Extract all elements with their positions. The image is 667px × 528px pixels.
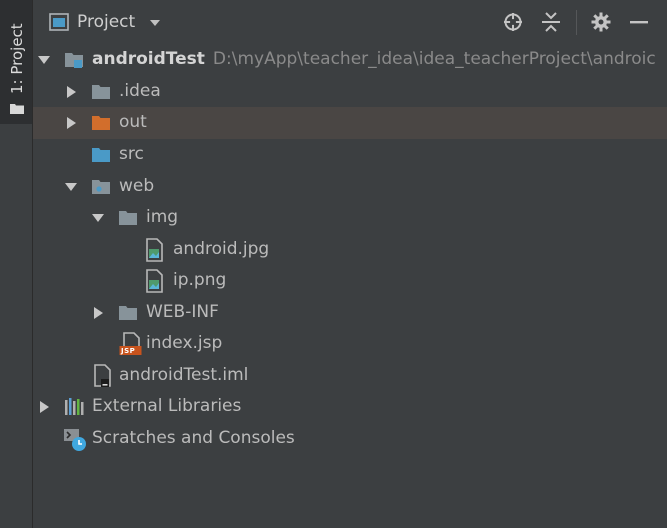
tree-item-src[interactable]: src <box>33 139 667 171</box>
tree-item-label: src <box>119 144 144 164</box>
project-tree: androidTest D:\myApp\teacher_idea\idea_te… <box>33 44 667 528</box>
project-tool-tab[interactable]: 1: Project <box>0 0 32 124</box>
tree-item-label: External Libraries <box>92 396 242 416</box>
source-folder-icon <box>92 148 110 162</box>
project-view-icon <box>49 13 69 31</box>
collapsed-arrow-icon[interactable] <box>65 117 77 129</box>
tree-item-label: Scratches and Consoles <box>92 428 295 448</box>
expanded-arrow-icon[interactable] <box>92 212 104 224</box>
web-folder-icon <box>92 180 110 194</box>
minimize-icon[interactable] <box>629 12 649 32</box>
collapsed-arrow-icon[interactable] <box>92 307 104 319</box>
scratches-icon <box>64 429 86 451</box>
project-tool-window: 1: Project Project androidTest D:\myApp\… <box>0 0 667 528</box>
tree-item-scratches[interactable]: Scratches and Consoles <box>33 423 667 455</box>
tree-item-iml[interactable]: androidTest.iml <box>33 360 667 392</box>
image-file-icon <box>146 269 163 293</box>
tree-root-android-test[interactable]: androidTest D:\myApp\teacher_idea\idea_te… <box>33 44 667 76</box>
collapse-all-icon[interactable] <box>541 12 561 32</box>
locate-icon[interactable] <box>503 12 523 32</box>
collapsed-arrow-icon[interactable] <box>65 86 77 98</box>
folder-icon <box>119 211 137 225</box>
view-selector-label[interactable]: Project <box>77 12 135 32</box>
tree-item-label: .idea <box>119 81 161 101</box>
tree-item-out[interactable]: out <box>33 107 667 139</box>
header-separator <box>576 10 577 35</box>
excluded-folder-icon <box>92 116 110 130</box>
module-file-icon <box>94 364 111 387</box>
tree-item-idea[interactable]: .idea <box>33 76 667 108</box>
tree-item-label: web <box>119 176 155 196</box>
expanded-arrow-icon[interactable] <box>38 54 50 66</box>
image-file-icon <box>146 238 163 262</box>
tree-item-web-inf[interactable]: WEB-INF <box>33 297 667 329</box>
root-module-path: D:\myApp\teacher_idea\idea_teacherProjec… <box>212 49 656 69</box>
libraries-icon <box>65 398 84 415</box>
folder-icon <box>119 306 137 320</box>
folder-icon <box>92 85 110 99</box>
project-tab-label: 1: Project <box>8 23 26 94</box>
tree-item-external-libraries[interactable]: External Libraries <box>33 391 667 423</box>
tree-item-label: WEB-INF <box>146 302 219 322</box>
root-module-name: androidTest <box>92 49 205 69</box>
tool-window-strip: 1: Project <box>0 0 33 528</box>
module-folder-icon <box>65 53 83 68</box>
tree-item-label: ip.png <box>173 270 227 290</box>
jsp-badge: JSP <box>121 347 136 355</box>
tree-item-index-jsp[interactable]: JSP index.jsp <box>33 328 667 360</box>
tree-item-android-jpg[interactable]: android.jpg <box>33 234 667 266</box>
tree-item-ip-png[interactable]: ip.png <box>33 265 667 297</box>
tree-item-web[interactable]: web <box>33 171 667 203</box>
tree-item-label: android.jpg <box>173 239 270 259</box>
chevron-down-icon[interactable] <box>150 20 160 26</box>
tree-item-img[interactable]: img <box>33 202 667 234</box>
tree-item-label: index.jsp <box>146 333 223 353</box>
expanded-arrow-icon[interactable] <box>65 181 77 193</box>
collapsed-arrow-icon[interactable] <box>38 401 50 413</box>
tool-window-header: Project <box>33 0 667 46</box>
folder-icon <box>10 104 24 114</box>
tree-item-label: out <box>119 112 147 132</box>
tree-item-label: img <box>146 207 179 227</box>
gear-icon[interactable] <box>591 12 611 32</box>
tree-item-label: androidTest.iml <box>119 365 249 385</box>
